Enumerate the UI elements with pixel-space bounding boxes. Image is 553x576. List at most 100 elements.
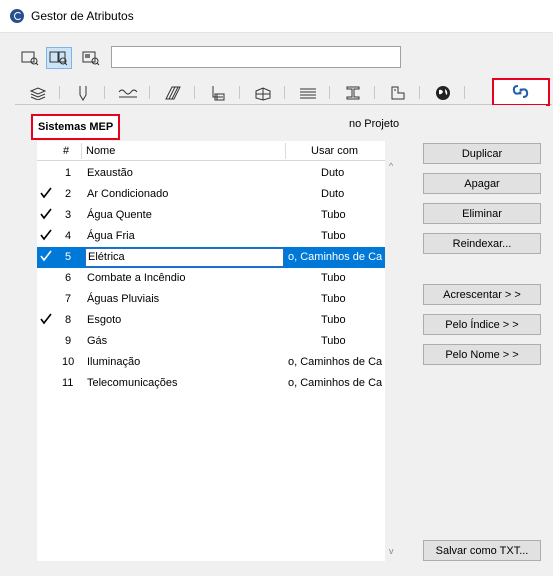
checkmark-icon[interactable] [40,187,52,199]
reindex-button[interactable]: Reindexar... [423,233,541,254]
row-number: 7 [65,293,72,305]
tab-fill-types[interactable] [150,81,195,104]
row-number: 6 [65,272,72,284]
zone-categories-icon [391,86,404,99]
building-materials-icon [255,86,270,101]
table-row[interactable]: 10 Iluminação o, Caminhos de Ca [37,352,385,373]
locations-icon [435,85,450,100]
column-divider [81,143,82,159]
by-index-button[interactable]: Pelo Índice > > [423,314,541,335]
row-name: Exaustão [87,167,133,179]
tab-line-types[interactable] [105,81,150,104]
fill-types-icon [164,86,181,99]
checkmark-icon[interactable] [40,208,52,220]
eliminate-button[interactable]: Eliminar [423,203,541,224]
row-name: Telecomunicações [87,377,178,389]
tab-pens[interactable] [60,81,105,104]
table-row[interactable]: 9 Gás Tubo [37,331,385,352]
row-number: 4 [65,230,72,242]
save-as-txt-button[interactable]: Salvar como TXT... [423,540,541,561]
row-number: 5 [65,251,72,263]
mep-systems-table: # Nome Usar com 1 Exaustão Duto 2 Ar Condici… [37,141,385,561]
composites-icon [212,85,224,100]
column-header-number[interactable]: # [63,145,69,157]
append-button[interactable]: Acrescentar > > [423,284,541,305]
delete-button[interactable]: Apagar [423,173,541,194]
layers-icon [29,86,46,100]
table-row[interactable]: 1 Exaustão Duto [37,163,385,184]
row-number: 3 [65,209,72,221]
tab-profiles[interactable] [330,81,375,104]
row-name: Iluminação [87,356,141,368]
list-view-button[interactable] [17,47,43,69]
mep-systems-panel: Sistemas MEP no Projeto # Nome Usar com … [23,105,546,570]
row-use-with: Tubo [321,272,346,284]
table-row[interactable]: 4 Água Fria Tubo [37,226,385,247]
list-view-icon [21,51,39,66]
row-use-with: Duto [321,167,345,179]
tab-mep-systems[interactable] [492,78,550,106]
scope-label: no Projeto [349,118,400,130]
table-row[interactable]: 7 Águas Pluviais Tubo [37,289,385,310]
row-number: 1 [65,167,72,179]
tab-layers[interactable] [15,81,60,104]
table-row[interactable]: 5 Elétrica o, Caminhos de Ca [37,247,385,268]
checkmark-icon[interactable] [40,250,52,262]
checkmark-icon[interactable] [40,229,52,241]
row-number: 2 [65,188,72,200]
duplicate-button[interactable]: Duplicar [423,143,541,164]
table-row[interactable]: 3 Água Quente Tubo [37,205,385,226]
row-use-with: Tubo [321,230,346,242]
scroll-up-icon[interactable]: ^ [389,161,393,171]
row-name: Gás [87,335,108,347]
tab-locations[interactable] [420,81,465,104]
row-number: 11 [62,377,74,389]
search-input[interactable] [111,46,401,68]
tab-surfaces-hatch[interactable] [285,81,330,104]
window-title: Gestor de Atributos [31,9,134,23]
row-use-with: o, Caminhos de Ca [288,251,383,263]
row-use-with: Tubo [321,314,346,326]
table-row[interactable]: 2 Ar Condicionado Duto [37,184,385,205]
panel-title: Sistemas MEP [31,114,121,140]
row-use-with: o, Caminhos de Ca [288,377,383,389]
preview-view-button[interactable] [78,47,104,69]
tab-building-materials[interactable] [240,81,285,104]
surfaces-icon [299,88,316,98]
tab-zone-categories[interactable] [375,81,420,104]
attribute-type-tabs [15,78,552,106]
row-use-with: Duto [321,188,345,200]
split-view-button[interactable] [46,47,72,69]
table-header: # Nome Usar com [37,141,385,161]
row-name: Águas Pluviais [87,293,160,305]
table-row[interactable]: 11 Telecomunicações o, Caminhos de Ca [37,373,385,394]
column-divider [285,143,286,159]
row-name: Combate a Incêndio [87,272,186,284]
column-header-use-with[interactable]: Usar com [311,145,358,157]
table-row[interactable]: 8 Esgoto Tubo [37,310,385,331]
table-scrollbar[interactable]: ^ v [385,141,401,561]
pens-icon [79,85,86,101]
attribute-manager-dialog: Sistemas MEP no Projeto # Nome Usar com … [0,32,553,576]
preview-view-icon [82,51,100,66]
row-use-with: Tubo [321,209,346,221]
name-edit-field[interactable]: Elétrica [85,248,284,267]
mep-systems-icon [512,85,529,98]
column-header-name[interactable]: Nome [86,145,115,157]
app-logo-icon [10,9,24,23]
row-name: Água Fria [87,230,135,242]
by-name-button[interactable]: Pelo Nome > > [423,344,541,365]
scroll-down-icon[interactable]: v [389,546,394,556]
row-name: Água Quente [87,209,152,221]
row-use-with: Tubo [321,335,346,347]
tab-composites[interactable] [195,81,240,104]
table-row[interactable]: 6 Combate a Incêndio Tubo [37,268,385,289]
row-number: 8 [65,314,72,326]
row-name: Ar Condicionado [87,188,169,200]
profiles-icon [346,86,359,99]
title-bar: Gestor de Atributos [0,0,553,32]
split-view-icon [49,51,68,66]
line-types-icon [118,89,137,97]
row-number: 10 [62,356,75,368]
checkmark-icon[interactable] [40,313,52,325]
